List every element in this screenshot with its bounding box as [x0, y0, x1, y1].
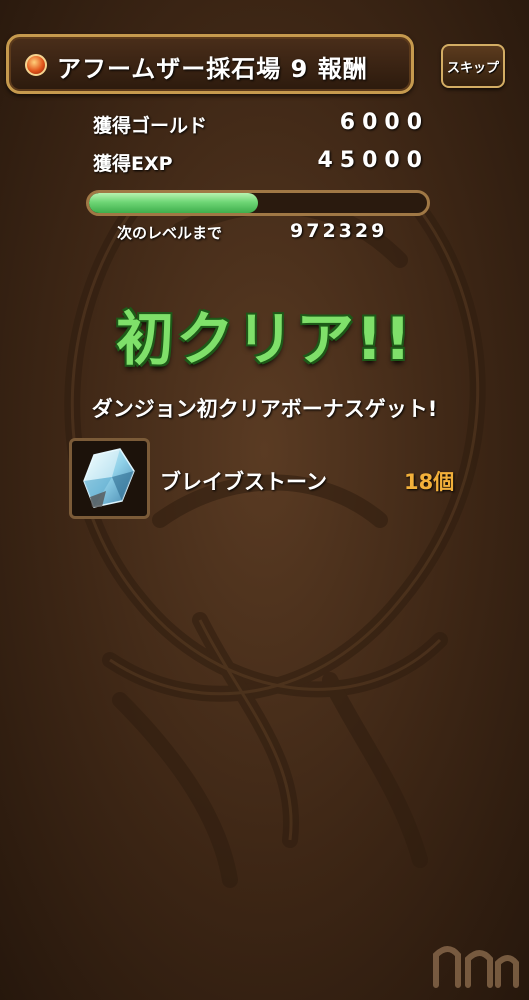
fire-orb-icon: [25, 54, 47, 76]
next-level-value: 972329: [290, 220, 388, 242]
first-clear-heading: 初クリア!!: [116, 305, 413, 373]
gold-label: 獲得ゴールド: [93, 115, 208, 137]
reward-item-frame: [69, 438, 150, 519]
watermark-logo: [433, 946, 519, 988]
skip-button[interactable]: スキップ: [441, 44, 505, 88]
reward-item-name: ブレイブストーン: [160, 470, 327, 494]
exp-progress-bar: [86, 190, 430, 216]
stage-title-banner: アフームザー採石場 9 報酬: [6, 34, 414, 94]
first-clear-bonus-text: ダンジョン初クリアボーナスゲット!: [91, 397, 438, 421]
next-level-label: 次のレベルまで: [117, 224, 223, 242]
exp-progress-fill: [89, 193, 258, 213]
exp-value: 45000: [317, 148, 429, 173]
exp-label: 獲得EXP: [93, 153, 173, 175]
gold-value: 6000: [339, 110, 429, 135]
reward-item-count: 18個: [404, 470, 455, 494]
brave-stone-crystal-icon: [83, 448, 135, 508]
stage-title: アフームザー採石場 9 報酬: [57, 55, 368, 83]
